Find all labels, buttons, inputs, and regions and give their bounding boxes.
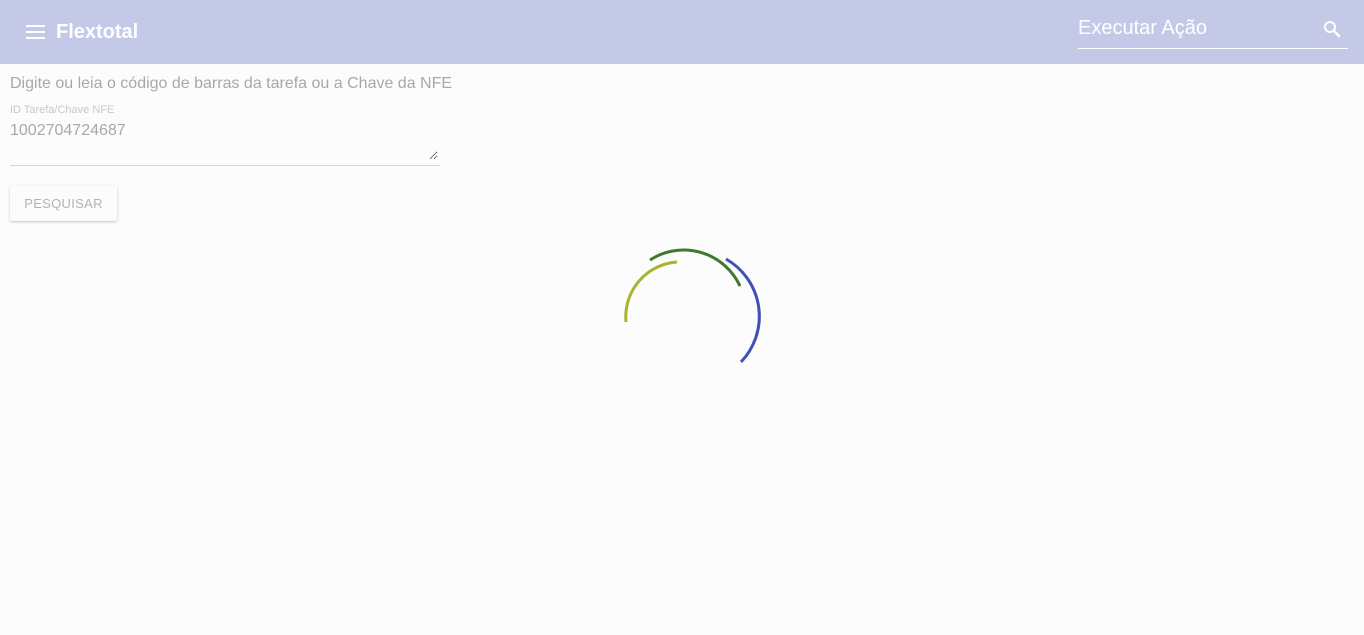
execute-action-search — [1078, 12, 1348, 49]
task-id-input[interactable]: 1002704724687 — [10, 120, 438, 160]
loading-spinner-icon — [624, 248, 761, 364]
task-id-label: ID Tarefa/Chave NFE — [10, 104, 115, 116]
app-bar: Flextotal — [0, 0, 1364, 64]
menu-button[interactable] — [22, 18, 50, 46]
spinner-arc-blue — [725, 257, 761, 364]
hamburger-menu-icon — [26, 25, 45, 39]
instructions-text: Digite ou leia o código de barras da tar… — [10, 75, 453, 92]
spinner-arc-green — [649, 248, 742, 287]
search-icon[interactable] — [1322, 19, 1342, 39]
search-button[interactable]: PESQUISAR — [10, 186, 117, 221]
app-title: Flextotal — [56, 21, 139, 43]
task-id-field: ID Tarefa/Chave NFE 1002704724687 — [10, 101, 440, 166]
spinner-arc-yellow — [624, 260, 678, 323]
execute-action-input[interactable] — [1078, 14, 1308, 42]
